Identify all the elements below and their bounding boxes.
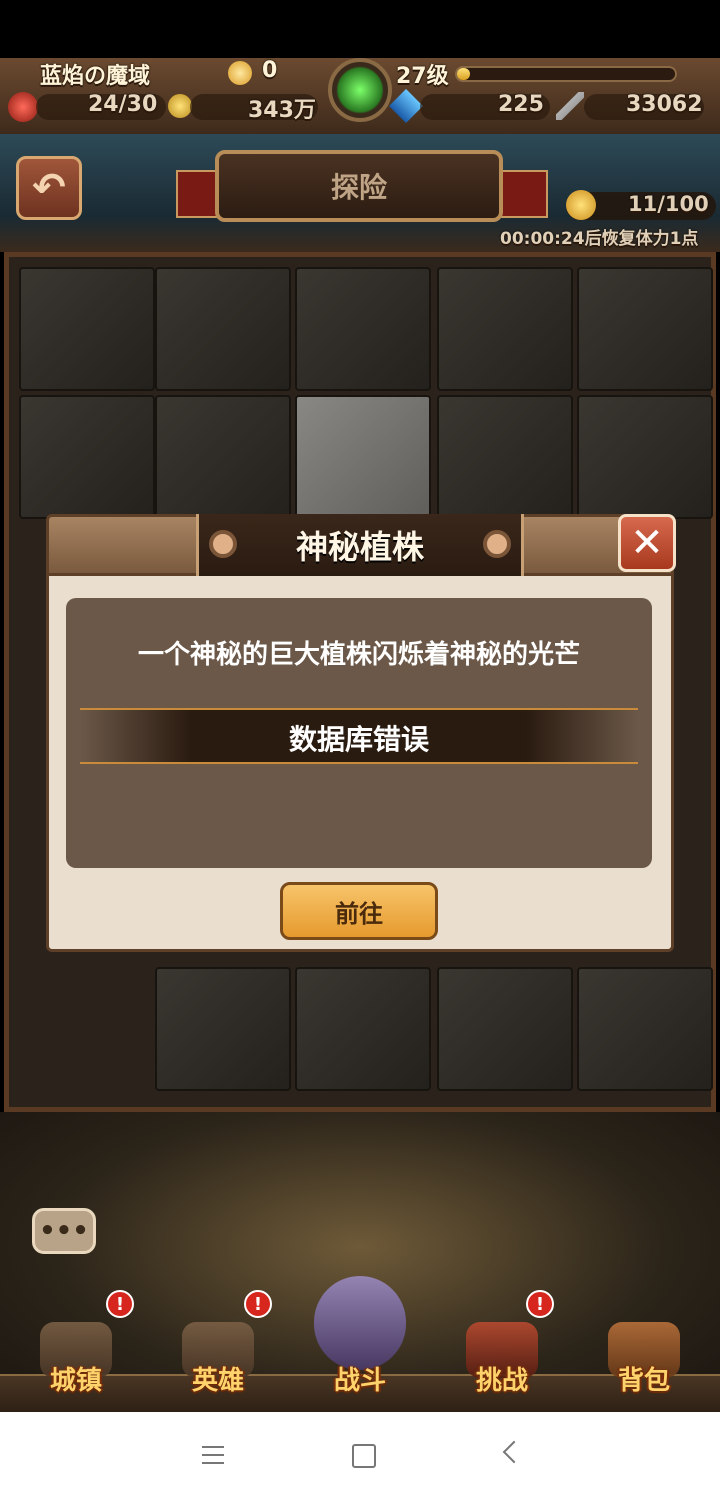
stamina-potion-icon (566, 190, 596, 220)
board-tile[interactable] (155, 967, 291, 1091)
nav-town-label: 城镇 (49, 1366, 102, 1396)
alert-badge: ! (106, 1290, 134, 1318)
dialog-message: 一个神秘的巨大植株闪烁着神秘的光芒 (137, 640, 580, 670)
dialog-info-panel: 一个神秘的巨大植株闪烁着神秘的光芒 数据库错误 (66, 598, 652, 868)
mystery-plant-dialog: 神秘植株 ✕ 一个神秘的巨大植株闪烁着神秘的光芒 数据库错误 前往 (46, 514, 676, 952)
gear-icon (209, 530, 237, 558)
gems-amount: 225 (498, 92, 544, 117)
dialog-title: 神秘植株 (295, 528, 424, 566)
close-icon: ✕ (630, 520, 664, 566)
board-tile[interactable] (295, 967, 431, 1091)
dialog-title-plate: 神秘植株 (196, 514, 524, 576)
nav-challenge[interactable]: ! 挑战 (432, 1290, 572, 1412)
back-button[interactable]: ↶ (16, 156, 82, 220)
area-name: 蓝焰の魔域 (40, 64, 151, 89)
status-bar (0, 0, 720, 58)
gold-amount: 343万 (248, 98, 316, 123)
nav-heroes-label: 英雄 (191, 1366, 244, 1396)
board-tile[interactable] (577, 395, 713, 519)
board-tile[interactable] (19, 395, 155, 519)
stamina-item-count: 24/30 (88, 92, 158, 117)
board-tile[interactable] (155, 267, 291, 391)
page-title-plate: 探险 (215, 150, 503, 222)
alert-badge: ! (244, 1290, 272, 1318)
board-tile[interactable] (437, 967, 573, 1091)
menu-icon[interactable] (202, 1446, 224, 1464)
crossed-swords-icon (314, 1276, 406, 1370)
level-progress-bar (455, 66, 677, 82)
gold-coin-icon (168, 94, 192, 118)
nav-challenge-label: 挑战 (475, 1366, 528, 1396)
bottom-nav: ! 城镇 ! 英雄 战斗 ! 挑战 背包 (0, 1276, 720, 1412)
player-emblem-icon[interactable] (328, 58, 392, 122)
nav-battle[interactable]: 战斗 (290, 1276, 430, 1412)
go-button-label: 前往 (335, 899, 383, 928)
player-level: 27级 (396, 64, 449, 89)
chat-button[interactable]: ••• (32, 1208, 96, 1254)
android-nav-bar (0, 1412, 720, 1499)
board-tile[interactable] (577, 267, 713, 391)
power-amount: 33062 (626, 92, 703, 117)
board-tile-monster[interactable] (437, 395, 573, 519)
vip-value: 0 (262, 58, 278, 83)
board-tile[interactable] (577, 967, 713, 1091)
vip-shield-icon (228, 61, 252, 85)
sword-power-icon (556, 92, 584, 120)
stamina-recover-text: 00:00:24后恢复体力1点 (500, 229, 699, 249)
chat-dots-icon: ••• (39, 1216, 89, 1246)
error-text: 数据库错误 (288, 723, 429, 756)
board-tile-open[interactable] (295, 395, 431, 519)
home-icon[interactable] (352, 1444, 376, 1468)
nav-battle-label: 战斗 (333, 1366, 386, 1396)
level-progress-fill (457, 68, 471, 80)
nav-town[interactable]: ! 城镇 (6, 1290, 146, 1412)
top-hud: 蓝焰の魔域 0 27级 24/30 343万 225 33062 (0, 58, 720, 137)
gear-icon (483, 530, 511, 558)
go-button[interactable]: 前往 (280, 882, 438, 940)
error-banner: 数据库错误 (80, 708, 638, 764)
board-tile[interactable] (19, 267, 155, 391)
gem-icon (389, 89, 423, 123)
back-arrow-icon: ↶ (32, 165, 66, 211)
nav-backpack-label: 背包 (617, 1366, 670, 1396)
nav-heroes[interactable]: ! 英雄 (148, 1290, 288, 1412)
board-tile[interactable] (437, 267, 573, 391)
board-tile[interactable] (295, 267, 431, 391)
potion-icon (8, 92, 38, 122)
stamina-count: 11/100 (628, 192, 709, 216)
board-tile[interactable] (155, 395, 291, 519)
close-button[interactable]: ✕ (618, 514, 676, 572)
nav-backpack[interactable]: 背包 (574, 1318, 714, 1412)
page-title: 探险 (330, 171, 387, 204)
back-icon[interactable] (502, 1440, 526, 1464)
alert-badge: ! (526, 1290, 554, 1318)
